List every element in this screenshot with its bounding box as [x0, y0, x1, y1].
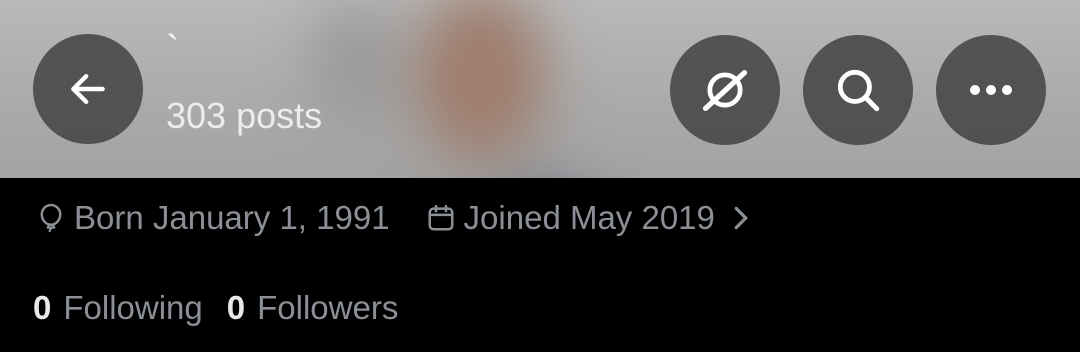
- search-icon: [837, 69, 880, 112]
- birthday-item: Born January 1, 1991: [36, 199, 390, 237]
- calendar-icon: [428, 204, 454, 231]
- arrow-left-icon: [71, 73, 105, 105]
- banner-image: [250, 0, 730, 178]
- following-label: Following: [63, 289, 203, 326]
- followers-link[interactable]: 0 Followers: [227, 289, 399, 327]
- post-count: 303 posts: [166, 95, 323, 136]
- balloon-icon: [40, 203, 62, 233]
- following-count: 0: [33, 289, 52, 326]
- joined-item: Joined May 2019: [426, 199, 715, 237]
- back-button[interactable]: [33, 34, 143, 144]
- birthday-text: Born January 1, 1991: [74, 199, 390, 236]
- followers-label: Followers: [257, 289, 399, 326]
- more-horizontal-icon: [970, 85, 1012, 95]
- chevron-right-icon[interactable]: [733, 205, 749, 231]
- follow-stats: 0 Following 0 Followers: [33, 286, 398, 330]
- grok-icon: [702, 70, 748, 112]
- more-button[interactable]: [936, 35, 1046, 145]
- search-button[interactable]: [803, 35, 913, 145]
- joined-text: Joined May 2019: [463, 199, 715, 236]
- followers-count: 0: [226, 289, 246, 326]
- profile-name: `: [166, 28, 180, 72]
- profile-meta[interactable]: Born January 1, 1991 Joined May 2019: [36, 196, 749, 240]
- grok-button[interactable]: [670, 35, 780, 145]
- profile-banner[interactable]: [0, 0, 1080, 178]
- following-link[interactable]: 0 Following: [33, 289, 203, 327]
